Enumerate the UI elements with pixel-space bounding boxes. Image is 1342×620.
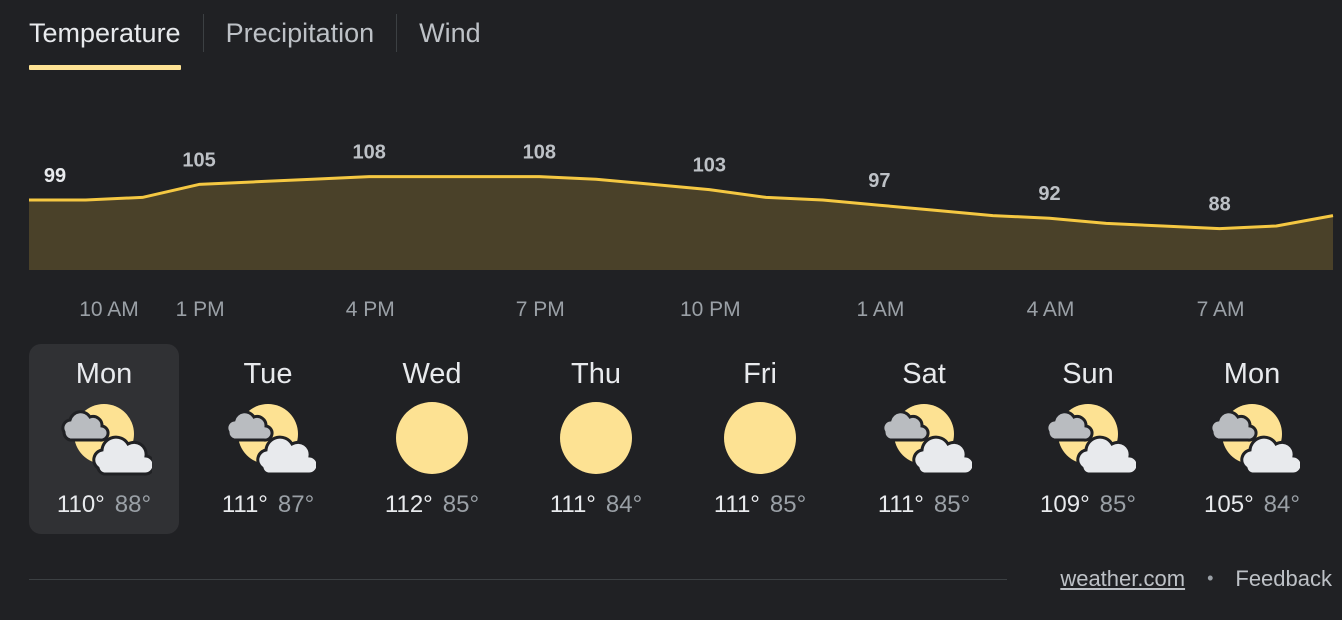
high-temp: 109°	[1040, 491, 1090, 518]
day-temps: 109° 85°	[1013, 491, 1163, 519]
day-card[interactable]: Sun 109° 85°	[1013, 344, 1163, 534]
feedback-link[interactable]: Feedback	[1235, 566, 1332, 591]
temperature-area	[29, 176, 1333, 270]
day-card[interactable]: Sat 111° 85°	[849, 344, 999, 534]
partly-cloudy-icon	[56, 402, 156, 478]
high-temp: 112°	[384, 491, 433, 518]
day-card[interactable]: Fri 111° 85°	[685, 344, 835, 534]
x-tick-label: 10 AM	[79, 298, 139, 321]
footer-divider	[29, 579, 1007, 580]
temp-data-label: 92	[1038, 183, 1060, 205]
low-temp: 88°	[114, 491, 152, 518]
low-temp: 85°	[1099, 491, 1136, 518]
high-temp: 111°	[877, 491, 924, 518]
x-tick-label: 1 PM	[176, 298, 225, 321]
day-temps: 111° 85°	[849, 491, 999, 519]
day-name: Mon	[75, 358, 133, 390]
source-link[interactable]: weather.com	[1060, 566, 1185, 591]
low-temp: 84°	[1263, 491, 1300, 518]
low-temp: 84°	[605, 491, 643, 518]
day-card[interactable]: Mon 105° 84°	[1177, 344, 1327, 534]
tab-temperature[interactable]: Temperature	[29, 12, 181, 70]
temp-data-label: 105	[182, 149, 215, 171]
day-temps: 110° 88°	[29, 491, 179, 519]
temp-data-label: 99	[44, 165, 66, 187]
tab-divider	[396, 14, 398, 52]
tab-wind[interactable]: Wind	[419, 12, 481, 70]
partly-cloudy-icon	[1204, 402, 1304, 478]
x-tick-label: 7 AM	[1197, 298, 1245, 321]
x-tick-label: 4 AM	[1027, 298, 1075, 321]
day-name: Mon	[1223, 358, 1281, 390]
sunny-icon	[712, 402, 808, 478]
tab-bar: Temperature Precipitation Wind	[29, 12, 481, 72]
low-temp: 85°	[769, 491, 807, 518]
temp-data-label: 108	[353, 142, 386, 164]
day-card[interactable]: Wed 112° 85°	[357, 344, 507, 534]
high-temp: 111°	[549, 491, 596, 518]
sunny-icon	[384, 402, 480, 478]
day-name: Sun	[1062, 358, 1114, 390]
partly-cloudy-icon	[876, 402, 976, 478]
temp-data-label: 108	[523, 142, 556, 164]
day-card[interactable]: Tue 111° 87°	[193, 344, 343, 534]
high-temp: 111°	[713, 491, 760, 518]
sunny-icon	[548, 402, 644, 478]
high-temp: 110°	[56, 491, 105, 518]
day-name: Sat	[902, 358, 946, 390]
day-temps: 111° 85°	[685, 491, 835, 519]
low-temp: 85°	[933, 491, 971, 518]
high-temp: 105°	[1204, 491, 1254, 518]
daily-forecast: Mon 110° 88° Tue 111° 87° Wed 112° 85° Thu …	[29, 344, 1333, 534]
temp-data-label: 103	[693, 155, 726, 177]
partly-cloudy-icon	[220, 402, 320, 478]
day-name: Thu	[571, 358, 621, 390]
footer: weather.com • Feedback	[1060, 566, 1332, 592]
x-tick-label: 4 PM	[346, 298, 395, 321]
day-name: Wed	[402, 358, 462, 390]
footer-separator: •	[1207, 568, 1214, 588]
day-temps: 105° 84°	[1177, 491, 1327, 519]
temp-data-label: 88	[1208, 194, 1230, 216]
day-temps: 111° 84°	[521, 491, 671, 519]
day-name: Fri	[743, 358, 777, 390]
low-temp: 85°	[442, 491, 480, 518]
temp-data-label: 97	[868, 170, 890, 192]
x-tick-label: 10 PM	[680, 298, 741, 321]
day-temps: 112° 85°	[357, 491, 507, 519]
day-card[interactable]: Thu 111° 84°	[521, 344, 671, 534]
partly-cloudy-icon	[1040, 402, 1140, 478]
high-temp: 111°	[221, 491, 268, 518]
x-tick-label: 1 AM	[856, 298, 904, 321]
low-temp: 87°	[277, 491, 315, 518]
day-name: Tue	[243, 358, 293, 390]
day-temps: 111° 87°	[193, 491, 343, 519]
tab-precipitation[interactable]: Precipitation	[226, 12, 375, 70]
temperature-chart: 99 105 108 108 103 97 92 88 10 AM 1 PM 4 PM 7 PM 10…	[29, 142, 1334, 321]
day-card[interactable]: Mon 110° 88°	[29, 344, 179, 534]
tab-divider	[202, 14, 204, 52]
x-tick-label: 7 PM	[516, 298, 565, 321]
